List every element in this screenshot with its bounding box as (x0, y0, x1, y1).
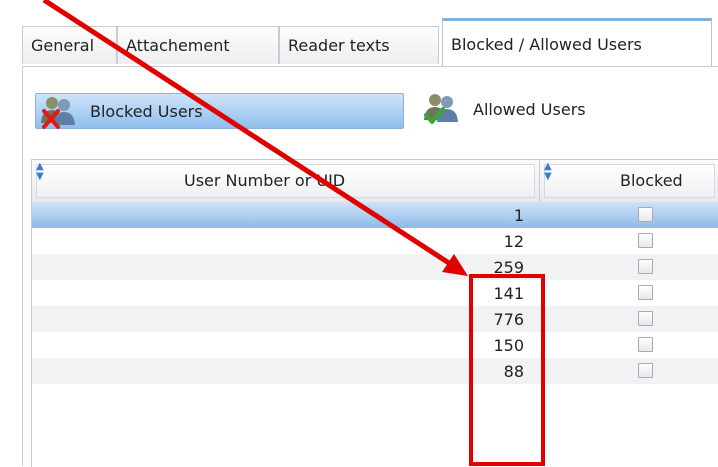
annotation-arrow-icon (42, 0, 468, 276)
